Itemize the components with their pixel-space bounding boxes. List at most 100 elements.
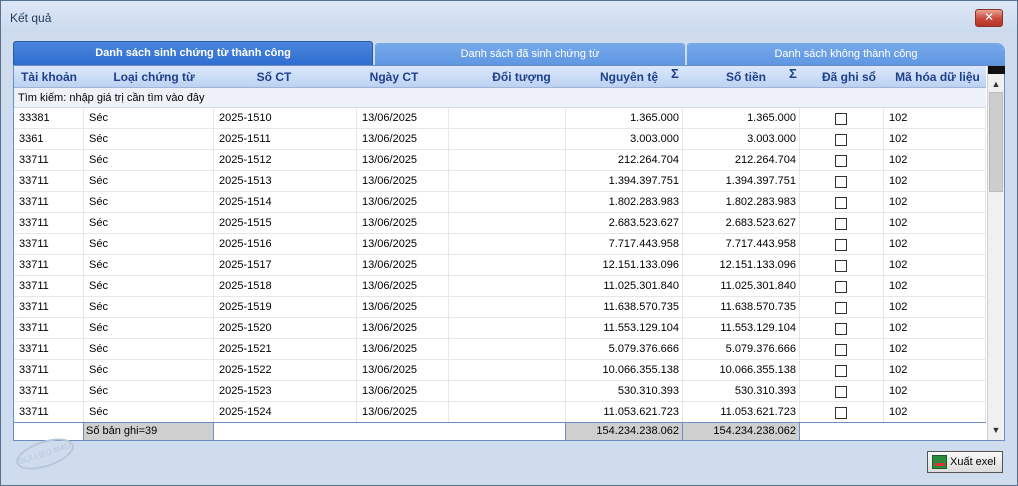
cell-ma-hoa: 102	[884, 318, 986, 339]
scroll-thumb[interactable]	[989, 92, 1003, 192]
da-ghi-so-checkbox[interactable]	[835, 386, 847, 398]
cell-so-tien: 11.553.129.104	[683, 318, 800, 339]
table-row[interactable]: 33711 Séc 2025-1514 13/06/2025 1.802.283.983…	[14, 192, 986, 213]
cell-nguyen-te: 1.365.000	[566, 108, 683, 129]
table-row[interactable]: 3361 Séc 2025-1511 13/06/2025 3.003.000 3.003…	[14, 129, 986, 150]
col-ngay-ct[interactable]: Ngày CT	[324, 66, 464, 88]
da-ghi-so-checkbox[interactable]	[835, 134, 847, 146]
cell-so-ct: 2025-1520	[214, 318, 357, 339]
export-excel-button[interactable]: Xuất exel	[927, 451, 1003, 473]
da-ghi-so-checkbox[interactable]	[835, 407, 847, 419]
da-ghi-so-checkbox[interactable]	[835, 113, 847, 125]
col-so-ct[interactable]: Số CT	[224, 66, 324, 88]
cell-tai-khoan: 33711	[14, 360, 84, 381]
total-nguyen-te: 154.234.238.062	[566, 423, 683, 440]
cell-so-ct: 2025-1515	[214, 213, 357, 234]
cell-ngay-ct: 13/06/2025	[357, 255, 449, 276]
cell-so-ct: 2025-1518	[214, 276, 357, 297]
cell-so-tien: 5.079.376.666	[683, 339, 800, 360]
sigma-so-tien-icon[interactable]: Σ	[789, 66, 797, 81]
table-row[interactable]: 33711 Séc 2025-1517 13/06/2025 12.151.133.09…	[14, 255, 986, 276]
da-ghi-so-checkbox[interactable]	[835, 197, 847, 209]
cell-loai-chung-tu: Séc	[84, 339, 214, 360]
da-ghi-so-checkbox[interactable]	[835, 323, 847, 335]
cell-ngay-ct: 13/06/2025	[357, 318, 449, 339]
cell-ngay-ct: 13/06/2025	[357, 234, 449, 255]
cell-so-tien: 11.025.301.840	[683, 276, 800, 297]
table-row[interactable]: 33711 Séc 2025-1518 13/06/2025 11.025.301.84…	[14, 276, 986, 297]
cell-so-ct: 2025-1512	[214, 150, 357, 171]
cell-tai-khoan: 33711	[14, 297, 84, 318]
table-row[interactable]: 33711 Séc 2025-1524 13/06/2025 11.053.621.72…	[14, 402, 986, 422]
cell-tai-khoan: 33711	[14, 276, 84, 297]
table-row[interactable]: 33711 Séc 2025-1512 13/06/2025 212.264.704 21…	[14, 150, 986, 171]
da-ghi-so-checkbox[interactable]	[835, 176, 847, 188]
da-ghi-so-checkbox[interactable]	[835, 239, 847, 251]
col-so-tien[interactable]: Số tiền	[696, 66, 796, 88]
footer-empty-1	[14, 423, 84, 440]
cell-nguyen-te: 11.553.129.104	[566, 318, 683, 339]
da-ghi-so-checkbox[interactable]	[835, 344, 847, 356]
cell-ma-hoa: 102	[884, 108, 986, 129]
search-filter-row[interactable]: Tìm kiếm: nhập giá trị cần tìm vào đây	[14, 88, 986, 108]
close-button[interactable]: ✕	[975, 9, 1003, 27]
cell-nguyen-te: 2.683.523.627	[566, 213, 683, 234]
sigma-nguyen-te-icon[interactable]: Σ	[671, 66, 679, 81]
da-ghi-so-checkbox[interactable]	[835, 260, 847, 272]
da-ghi-so-checkbox[interactable]	[835, 365, 847, 377]
cell-so-tien: 1.394.397.751	[683, 171, 800, 192]
col-nguyen-te[interactable]: Nguyên tệ	[579, 66, 679, 88]
da-ghi-so-checkbox[interactable]	[835, 218, 847, 230]
cell-doi-tuong	[449, 234, 566, 255]
table-row[interactable]: 33711 Séc 2025-1516 13/06/2025 7.717.443.958…	[14, 234, 986, 255]
col-tai-khoan[interactable]: Tài khoản	[14, 66, 84, 88]
tab-strip: Danh sách sinh chứng từ thành công Danh …	[13, 41, 1005, 65]
cell-ngay-ct: 13/06/2025	[357, 171, 449, 192]
scroll-up-icon[interactable]: ▲	[988, 76, 1004, 92]
cell-loai-chung-tu: Séc	[84, 255, 214, 276]
cell-ma-hoa: 102	[884, 150, 986, 171]
col-ma-hoa[interactable]: Mã hóa dữ liệu	[889, 66, 986, 88]
table-row[interactable]: 33711 Séc 2025-1513 13/06/2025 1.394.397.751…	[14, 171, 986, 192]
cell-so-tien: 1.802.283.983	[683, 192, 800, 213]
cell-so-tien: 12.151.133.096	[683, 255, 800, 276]
cell-loai-chung-tu: Séc	[84, 129, 214, 150]
grid-body: 33381 Séc 2025-1510 13/06/2025 1.365.000 1.36…	[14, 108, 986, 422]
cell-so-ct: 2025-1513	[214, 171, 357, 192]
cell-doi-tuong	[449, 360, 566, 381]
cell-ma-hoa: 102	[884, 339, 986, 360]
cell-doi-tuong	[449, 213, 566, 234]
table-row[interactable]: 33381 Séc 2025-1510 13/06/2025 1.365.000 1.36…	[14, 108, 986, 129]
da-ghi-so-checkbox[interactable]	[835, 302, 847, 314]
col-da-ghi-so[interactable]: Đã ghi sổ	[809, 66, 889, 88]
scroll-down-icon[interactable]: ▼	[988, 422, 1004, 438]
tab-failed-list[interactable]: Danh sách không thành công	[687, 43, 1005, 65]
cell-tai-khoan: 33711	[14, 402, 84, 422]
cell-tai-khoan: 33711	[14, 213, 84, 234]
cell-so-tien: 530.310.393	[683, 381, 800, 402]
col-loai-chung-tu[interactable]: Loại chứng từ	[84, 66, 224, 88]
record-count: Số bản ghi=39	[84, 423, 214, 440]
table-row[interactable]: 33711 Séc 2025-1521 13/06/2025 5.079.376.666…	[14, 339, 986, 360]
cell-ngay-ct: 13/06/2025	[357, 192, 449, 213]
tab-success-list[interactable]: Danh sách sinh chứng từ thành công	[13, 41, 373, 65]
table-row[interactable]: 33711 Séc 2025-1515 13/06/2025 2.683.523.627…	[14, 213, 986, 234]
cell-so-ct: 2025-1523	[214, 381, 357, 402]
table-row[interactable]: 33711 Séc 2025-1520 13/06/2025 11.553.129.10…	[14, 318, 986, 339]
table-row[interactable]: 33711 Séc 2025-1522 13/06/2025 10.066.355.13…	[14, 360, 986, 381]
da-ghi-so-checkbox[interactable]	[835, 281, 847, 293]
cell-so-ct: 2025-1516	[214, 234, 357, 255]
cell-tai-khoan: 33711	[14, 318, 84, 339]
cell-nguyen-te: 530.310.393	[566, 381, 683, 402]
cell-doi-tuong	[449, 150, 566, 171]
da-ghi-so-checkbox[interactable]	[835, 155, 847, 167]
vertical-scrollbar[interactable]: ▲ ▼	[987, 66, 1005, 440]
tab-generated-list[interactable]: Danh sách đã sinh chứng từ	[375, 43, 685, 65]
cell-so-tien: 11.638.570.735	[683, 297, 800, 318]
cell-doi-tuong	[449, 171, 566, 192]
cell-nguyen-te: 5.079.376.666	[566, 339, 683, 360]
result-grid: Tài khoản Loại chứng từ Số CT Ngày CT Đố…	[13, 65, 1005, 441]
table-row[interactable]: 33711 Séc 2025-1519 13/06/2025 11.638.570.73…	[14, 297, 986, 318]
table-row[interactable]: 33711 Séc 2025-1523 13/06/2025 530.310.393 53…	[14, 381, 986, 402]
col-doi-tuong[interactable]: Đối tượng	[464, 66, 579, 88]
